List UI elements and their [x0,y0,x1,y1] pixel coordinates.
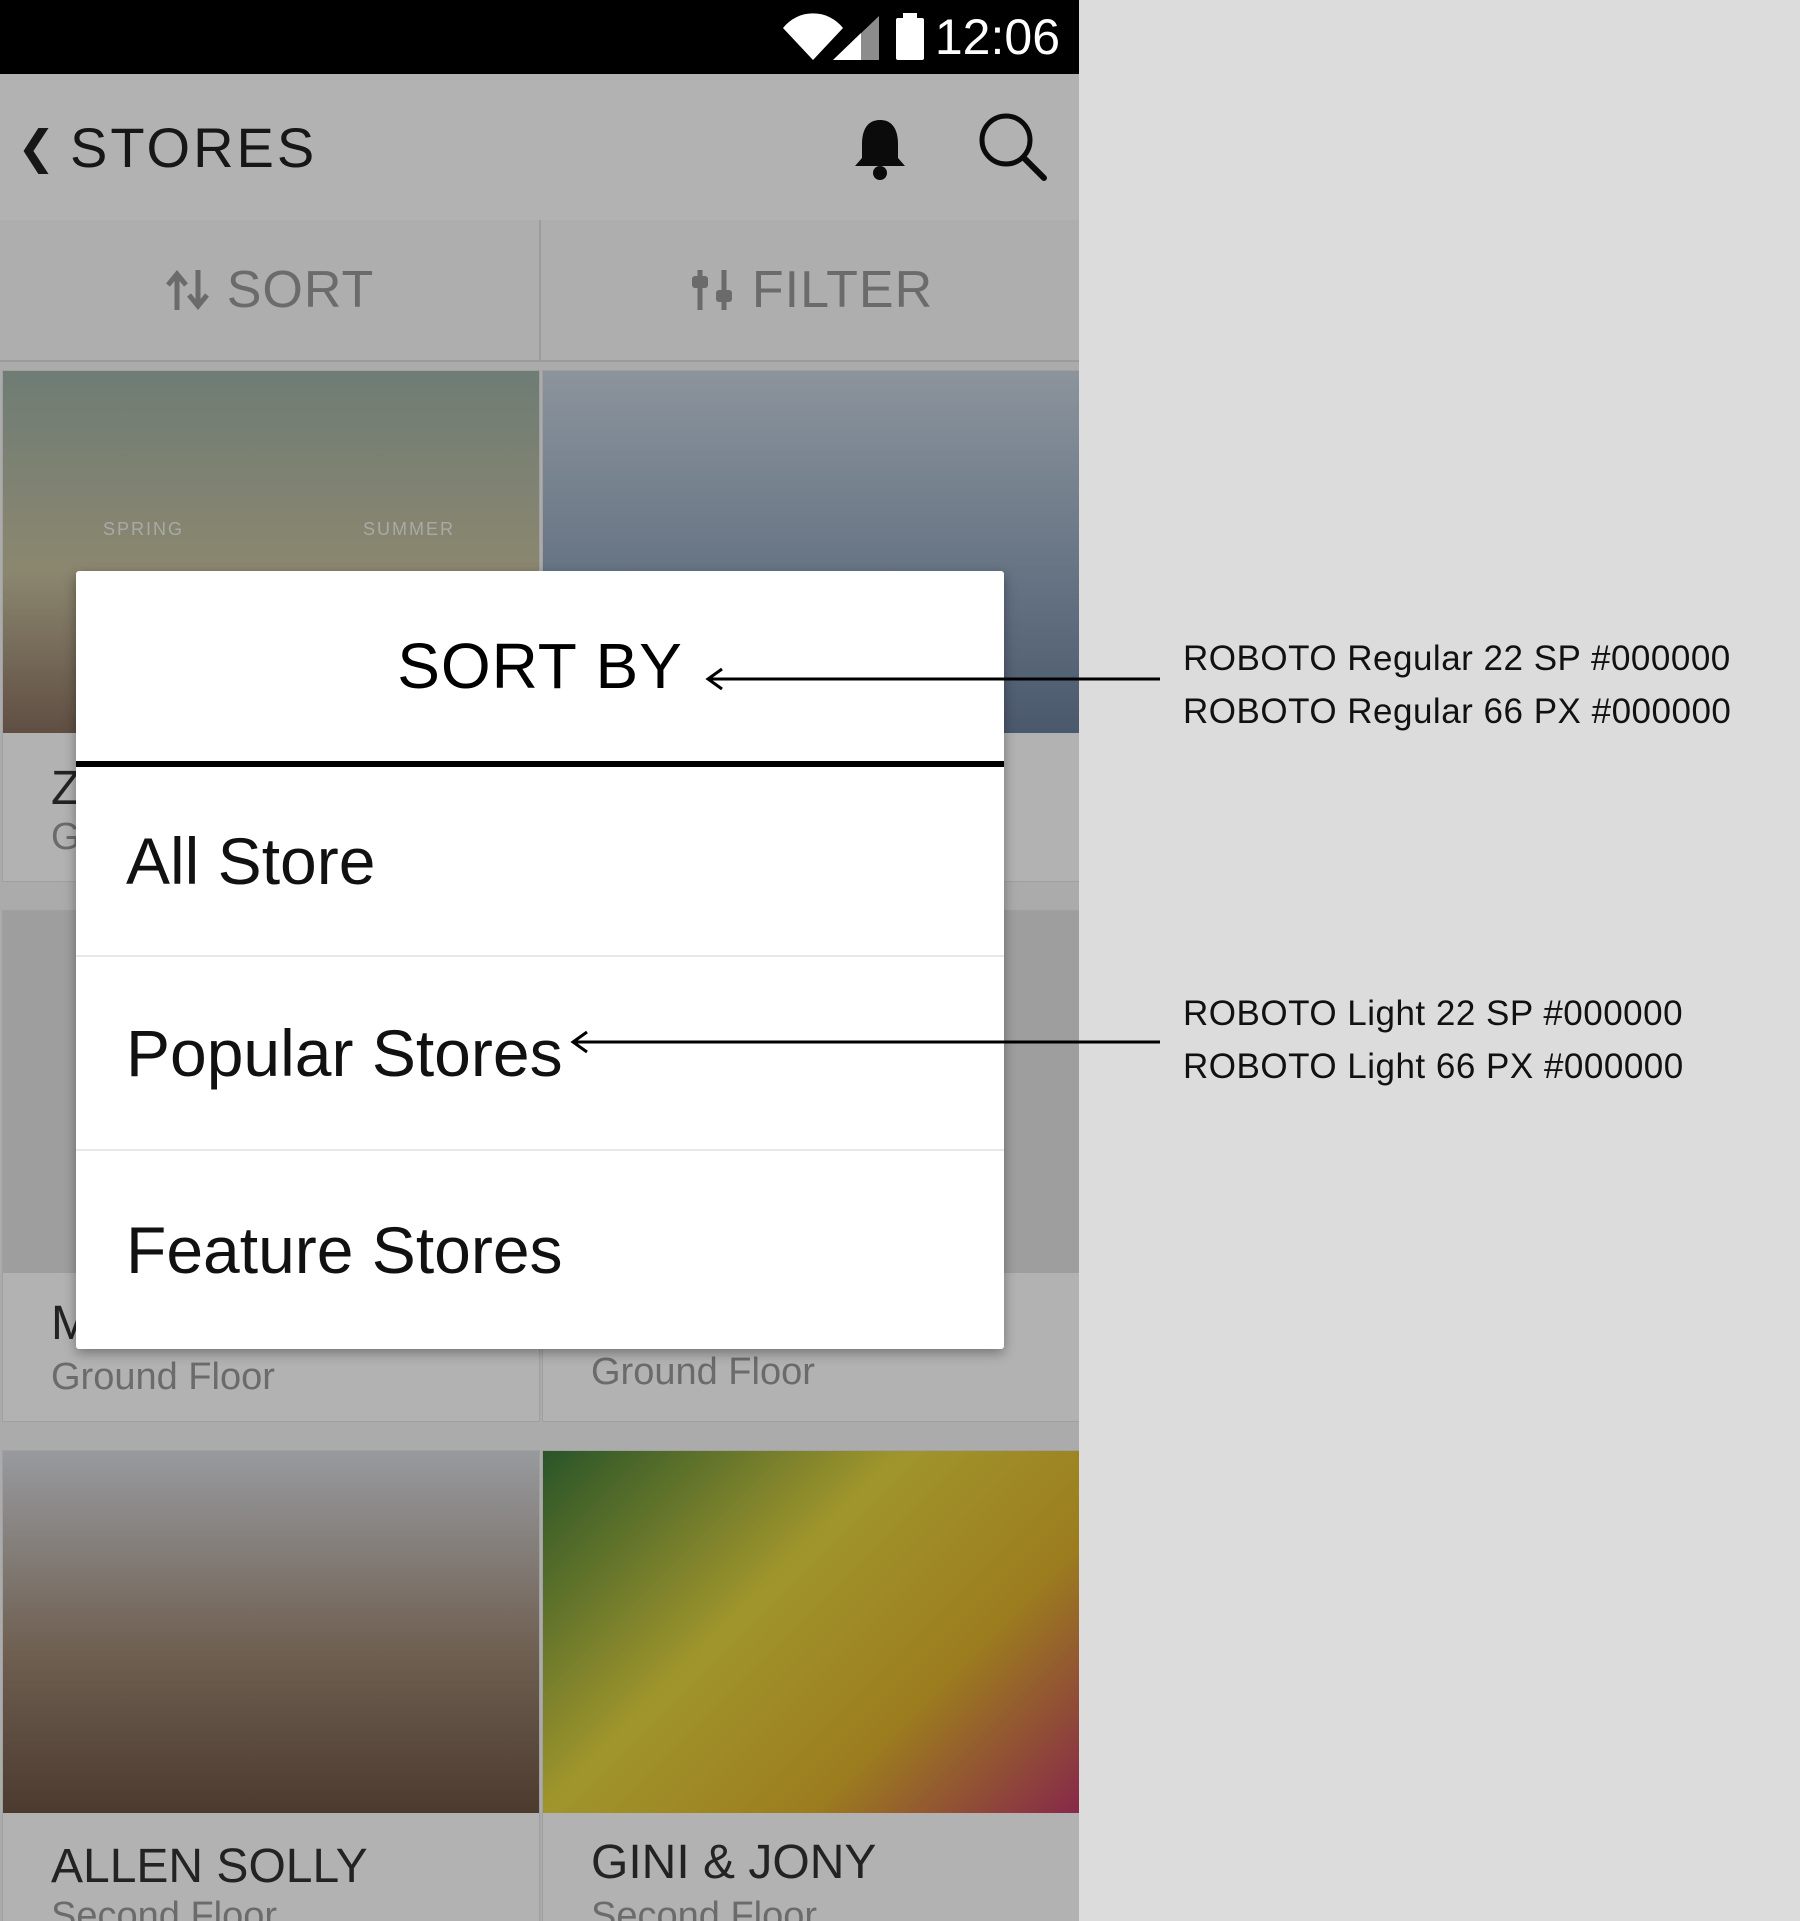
status-time: 12:06 [934,9,1060,65]
annotation-title-spec: ROBOTO Regular 22 SP #000000 ROBOTO Regu… [1183,632,1731,738]
battery-icon [896,13,924,60]
annotation-arrow [705,667,1160,691]
annotation-line: ROBOTO Light 22 SP #000000 [1183,994,1684,1033]
annotation-line: ROBOTO Light 66 PX #000000 [1183,1047,1684,1086]
phone-screen: 12:06 ❮ STORES SORT FILTER SPRING SUMMER… [0,0,1079,1921]
annotation-option-spec: ROBOTO Light 22 SP #000000 ROBOTO Light … [1183,987,1684,1093]
sort-option-all-store[interactable]: All Store [76,767,1004,957]
wifi-icon [783,13,843,60]
signal-icon [833,16,879,60]
annotation-line: ROBOTO Regular 22 SP #000000 [1183,639,1731,678]
status-bar: 12:06 [0,0,1079,74]
sort-option-feature-stores[interactable]: Feature Stores [76,1151,1004,1349]
annotation-line: ROBOTO Regular 66 PX #000000 [1183,692,1732,731]
status-icons [783,13,924,60]
annotation-arrow [570,1030,1160,1054]
